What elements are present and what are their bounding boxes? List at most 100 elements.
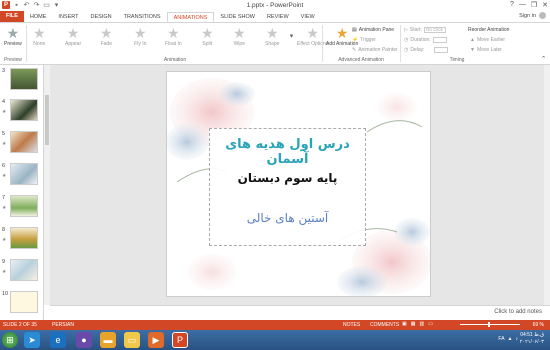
tab-insert[interactable]: INSERT (52, 12, 84, 22)
canvas-scrollbar[interactable] (544, 65, 550, 305)
animation-marker-icon: ★ (2, 269, 7, 275)
lesson-title: درس اول هدیه های آسمان (225, 137, 350, 167)
slide-sorter-icon[interactable]: ▦ (411, 321, 416, 327)
ribbon: ★ Preview Preview ★ None ★ Appear ★ Fade… (0, 22, 550, 65)
restore-button[interactable]: ❐ (531, 1, 537, 9)
animation-appear[interactable]: ★ Appear (65, 25, 81, 47)
minimize-button[interactable]: — (519, 1, 526, 9)
slide-thumbnail[interactable]: 6 ★ (2, 163, 40, 190)
firefox-icon[interactable]: ● (76, 332, 92, 348)
move-later-button[interactable]: ▼ Move Later (470, 47, 502, 53)
folder-icon[interactable]: ▭ (124, 332, 140, 348)
slide-thumbnail[interactable]: 7 ★ (2, 195, 40, 222)
animation-wipe[interactable]: ★ Wipe (233, 25, 246, 47)
start-button-icon[interactable]: ⊞ (2, 332, 18, 348)
zoom-level[interactable]: 69 % (533, 322, 544, 328)
tab-view[interactable]: VIEW (295, 12, 321, 22)
slide-preview-image (10, 227, 38, 249)
zoom-slider[interactable] (460, 324, 520, 325)
current-slide[interactable]: درس اول هدیه های آسمان پایه سوم دبستان آ… (166, 71, 431, 297)
slide-thumbnail[interactable]: 3 (2, 68, 40, 95)
notes-button[interactable]: NOTES (343, 322, 360, 328)
file-explorer-icon[interactable]: ▬ (100, 332, 116, 348)
slide-thumbnail[interactable]: 4 ★ (2, 99, 40, 126)
language-indicator[interactable]: PERSIAN (52, 322, 74, 328)
slide-preview-image (10, 131, 38, 153)
notes-pane[interactable]: Click to add notes (50, 305, 550, 320)
telegram-icon[interactable]: ➤ (24, 332, 40, 348)
slide-preview-image (10, 195, 38, 217)
clock-time: 04:51 ق.ظ (520, 332, 544, 338)
slide-preview-image (10, 291, 38, 313)
tab-slide-show[interactable]: SLIDE SHOW (214, 12, 261, 22)
animation-pane-label: Animation Pane (358, 27, 395, 33)
slide-number: 8 (2, 227, 6, 233)
move-earlier-button[interactable]: ▲ Move Earlier (470, 37, 505, 43)
effect-options-star-icon: ★ (306, 25, 319, 41)
window-title: 1.pptx - PowerPoint (246, 2, 304, 9)
slide-thumbnail[interactable]: 9 ★ (2, 259, 40, 286)
separator (322, 25, 323, 62)
notes-placeholder[interactable]: Click to add notes (494, 309, 542, 315)
slide-number: 7 (2, 195, 6, 201)
media-player-icon[interactable]: ▶ (148, 332, 164, 348)
tab-animations[interactable]: ANIMATIONS (166, 12, 215, 22)
tab-transitions[interactable]: TRANSITIONS (118, 12, 167, 22)
animation-painter-button[interactable]: ✎ Animation Painter (352, 47, 398, 53)
preview-button[interactable]: ★ Preview (4, 25, 22, 47)
animation-shape[interactable]: ★ Shape (265, 25, 279, 47)
slide-thumbnail[interactable]: 10 (2, 291, 40, 318)
animation-split-label: Split (202, 41, 213, 47)
powerpoint-taskbar-icon[interactable]: P (172, 332, 188, 348)
title-text-box[interactable]: درس اول هدیه های آسمان پایه سوم دبستان آ… (209, 128, 366, 246)
animation-marker-icon: ★ (2, 173, 7, 179)
animation-fade[interactable]: ★ Fade (100, 25, 113, 47)
group-label-advanced: Advanced Animation (338, 57, 384, 63)
animation-none-label: None (33, 41, 46, 47)
tray-lang[interactable]: FA (498, 336, 504, 342)
slide-thumbnail[interactable]: 8 ★ (2, 227, 40, 254)
tab-review[interactable]: REVIEW (261, 12, 295, 22)
system-clock[interactable]: 04:51 ق.ظ ۲۰۲۱/۰۶/۰۳ (520, 332, 544, 346)
reading-view-icon[interactable]: ▥ (419, 321, 424, 327)
window-controls: ? — ❐ ✕ (510, 1, 548, 9)
animation-none[interactable]: ★ None (33, 25, 46, 47)
animation-fade-label: Fade (100, 41, 112, 47)
effect-options-button[interactable]: ★ Effect Options (297, 25, 328, 47)
start-select[interactable]: On Click (423, 27, 446, 33)
network-icon[interactable]: ▲ (508, 336, 513, 342)
sign-in[interactable]: Sign in (519, 12, 546, 19)
animation-float-in-label: Float In (165, 41, 182, 47)
zoom-slider-thumb[interactable] (488, 322, 490, 327)
animation-marker-icon: ★ (2, 237, 7, 243)
wipe-star-icon: ★ (233, 25, 246, 41)
fly-in-star-icon: ★ (134, 25, 147, 41)
volume-icon[interactable]: ♪ (516, 336, 519, 342)
comments-button[interactable]: COMMENTS (370, 322, 399, 328)
appear-star-icon: ★ (66, 25, 80, 41)
slide-thumbnail[interactable]: 5 ★ (2, 131, 40, 158)
slide-number: 5 (2, 131, 6, 137)
animation-marker-icon: ★ (2, 205, 7, 211)
help-button[interactable]: ? (510, 1, 514, 9)
sign-in-label[interactable]: Sign in (519, 13, 536, 19)
tab-home[interactable]: HOME (24, 12, 53, 22)
tab-file[interactable]: FILE (0, 11, 24, 22)
close-button[interactable]: ✕ (542, 1, 548, 9)
animation-pane-button[interactable]: ▤ Animation Pane (352, 27, 394, 33)
slideshow-view-icon[interactable]: ▭ (428, 321, 433, 327)
animation-fly-in[interactable]: ★ Fly In (134, 25, 147, 47)
delay-input[interactable] (433, 47, 448, 53)
reorder-label: Reorder Animation (468, 27, 510, 33)
trigger-button[interactable]: ⚡ Trigger (352, 37, 376, 43)
scrollbar-thumb[interactable] (45, 95, 49, 145)
normal-view-icon[interactable]: ▣ (402, 321, 407, 327)
animation-float-in[interactable]: ★ Float In (165, 25, 182, 47)
internet-explorer-icon[interactable]: e (50, 332, 66, 348)
collapse-ribbon-icon[interactable]: ⌃ (540, 56, 547, 63)
windows-taskbar: ⊞ ➤ e ● ▬ ▭ ▶ P FA ▲ ♪ 04:51 ق.ظ ۲۰۲۱/۰۶… (0, 330, 550, 350)
duration-input[interactable] (432, 37, 447, 43)
tab-design[interactable]: DESIGN (85, 12, 118, 22)
animation-split[interactable]: ★ Split (201, 25, 214, 47)
gallery-more-icon[interactable]: ▾ (288, 33, 295, 40)
